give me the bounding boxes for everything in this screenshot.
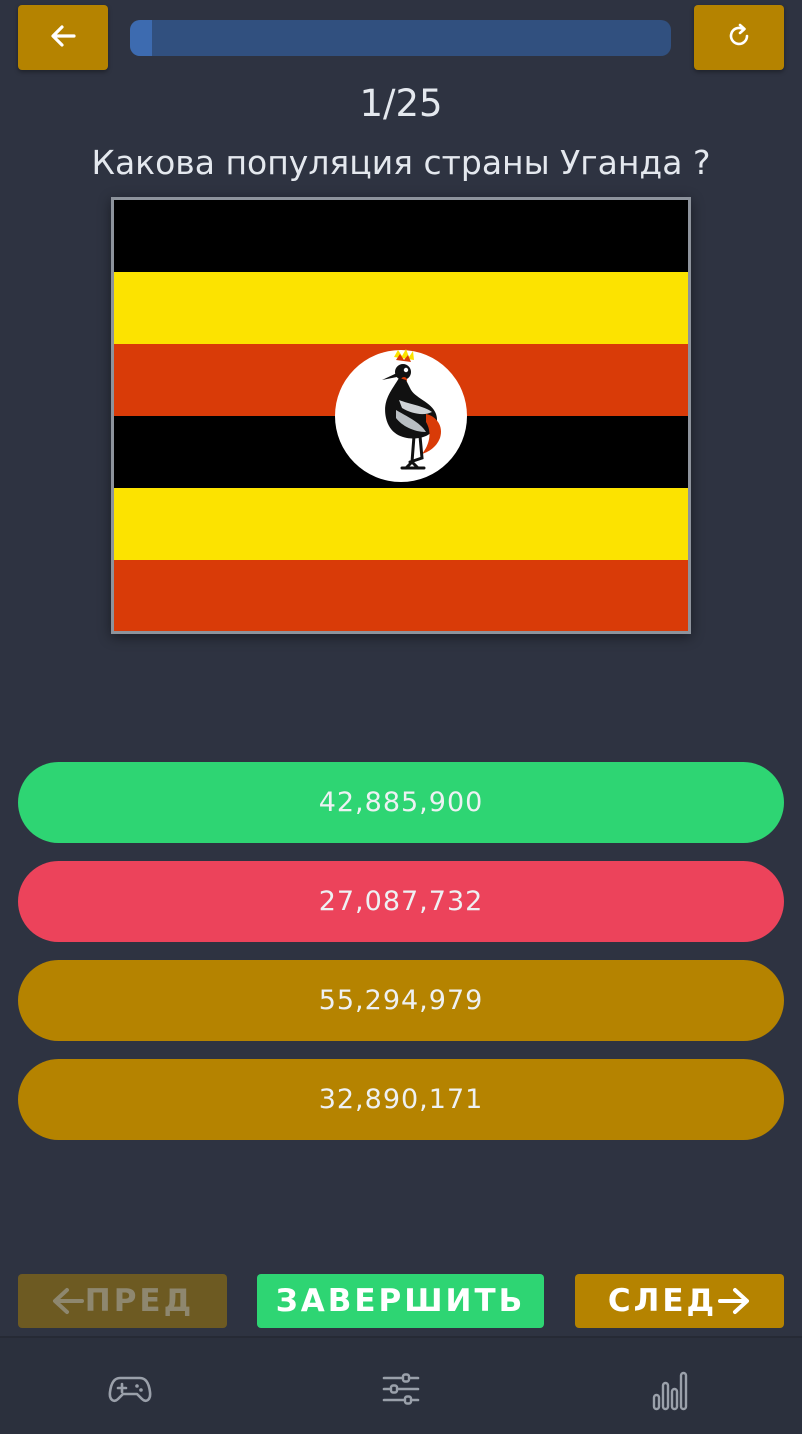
question-counter: 1/25 (359, 82, 443, 125)
answer-option-1[interactable]: 42,885,900 (18, 762, 784, 843)
next-label: СЛЕД (607, 1283, 718, 1319)
progress-fill (130, 20, 152, 56)
next-button[interactable]: СЛЕД (575, 1274, 784, 1328)
finish-button[interactable]: ЗАВЕРШИТЬ (257, 1274, 544, 1328)
arrow-left-icon (49, 22, 77, 54)
back-button[interactable] (18, 5, 108, 70)
question-text: Какова популяция страны Уганда ? (91, 143, 711, 182)
restart-button[interactable] (694, 5, 784, 70)
bar-chart-icon (650, 1367, 690, 1415)
arrow-left-icon (51, 1286, 85, 1316)
gamepad-icon (108, 1372, 152, 1410)
tab-settings[interactable] (376, 1366, 426, 1416)
prev-button[interactable]: ПРЕД (18, 1274, 227, 1328)
arrow-right-icon (717, 1286, 751, 1316)
finish-label: ЗАВЕРШИТЬ (275, 1283, 526, 1319)
tab-games[interactable] (105, 1366, 155, 1416)
bottom-tab-bar (0, 1336, 802, 1434)
flag-image (111, 197, 691, 634)
uganda-flag (114, 200, 688, 631)
answer-option-2[interactable]: 27,087,732 (18, 861, 784, 942)
refresh-icon (725, 22, 753, 54)
tab-stats[interactable] (645, 1366, 695, 1416)
sliders-icon (381, 1372, 421, 1410)
prev-label: ПРЕД (84, 1283, 195, 1319)
answer-option-3[interactable]: 55,294,979 (18, 960, 784, 1041)
answer-option-4[interactable]: 32,890,171 (18, 1059, 784, 1140)
progress-bar (130, 20, 671, 56)
